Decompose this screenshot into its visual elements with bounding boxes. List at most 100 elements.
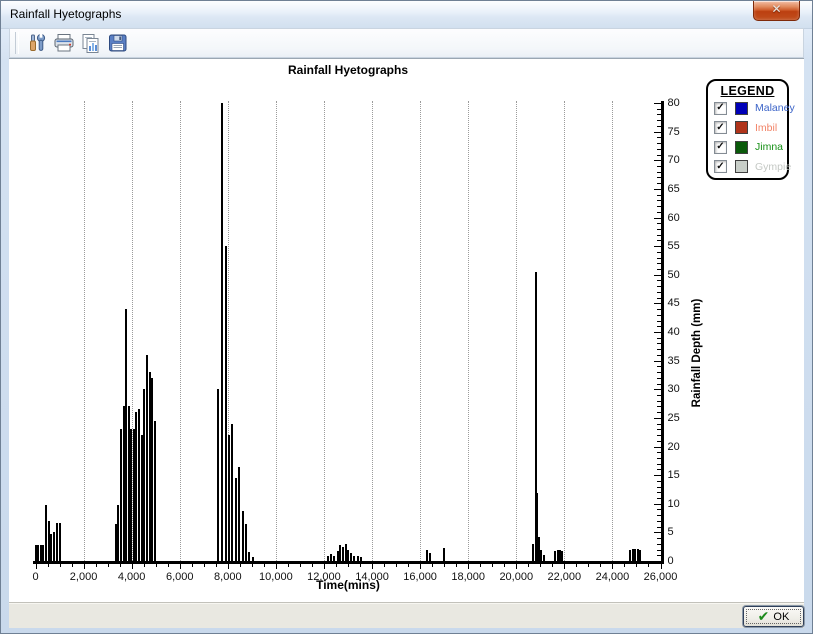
gridline: [180, 101, 181, 561]
x-minor-tick: [168, 564, 169, 567]
rainfall-bar: [154, 421, 156, 561]
y-minor-tick: [657, 114, 661, 115]
close-button[interactable]: ✕: [753, 1, 800, 21]
x-minor-tick: [60, 564, 61, 567]
y-minor-tick: [657, 149, 661, 150]
gridline: [468, 101, 469, 561]
y-minor-tick: [657, 406, 661, 407]
legend-label-gympie: Gympie: [755, 161, 791, 173]
y-minor-tick: [657, 109, 661, 110]
legend-checkbox-jimna[interactable]: ✓: [714, 141, 727, 154]
y-minor-tick: [657, 372, 661, 373]
x-minor-tick: [360, 564, 361, 567]
x-minor-tick: [456, 564, 457, 567]
y-minor-tick: [657, 229, 661, 230]
legend-checkbox-malaney[interactable]: ✓: [714, 102, 727, 115]
y-tick-label: 80: [668, 97, 698, 109]
y-minor-tick: [657, 206, 661, 207]
rainfall-bar: [53, 532, 55, 561]
x-tick: [36, 564, 37, 569]
x-minor-tick: [648, 564, 649, 567]
x-minor-tick: [552, 564, 553, 567]
ok-button[interactable]: ✔ OK: [743, 606, 804, 627]
x-tick: [324, 564, 325, 569]
x-minor-tick: [72, 564, 73, 567]
close-icon: ✕: [754, 1, 799, 18]
x-minor-tick: [384, 564, 385, 567]
legend-label-imbil: Imbil: [755, 122, 777, 134]
legend-swatch-jimna: [735, 141, 748, 154]
x-minor-tick: [240, 564, 241, 567]
y-minor-tick: [657, 269, 661, 270]
rainfall-bar: [443, 548, 445, 561]
x-minor-tick: [636, 564, 637, 567]
y-tick-label: 70: [668, 154, 698, 166]
y-minor-tick: [657, 521, 661, 522]
y-minor-tick: [657, 378, 661, 379]
rainfall-bar: [350, 553, 352, 561]
chart-options-button[interactable]: [23, 30, 50, 56]
rainfall-bar: [141, 435, 143, 561]
gridline: [516, 101, 517, 561]
save-button[interactable]: [104, 30, 131, 56]
y-minor-tick: [657, 177, 661, 178]
y-minor-tick: [657, 258, 661, 259]
y-minor-tick: [657, 527, 661, 528]
y-minor-tick: [657, 355, 661, 356]
x-tick: [468, 564, 469, 569]
y-tick-label: 65: [668, 183, 698, 195]
x-minor-tick: [588, 564, 589, 567]
y-minor-tick: [657, 481, 661, 482]
y-minor-tick: [657, 509, 661, 510]
y-minor-tick: [657, 235, 661, 236]
y-minor-tick: [657, 172, 661, 173]
y-tick-label: 75: [668, 126, 698, 138]
y-tick: [654, 361, 661, 362]
rainfall-bar: [327, 556, 329, 561]
x-tick: [276, 564, 277, 569]
gridline: [84, 101, 85, 561]
y-minor-tick: [657, 424, 661, 425]
y-minor-tick: [657, 458, 661, 459]
y-minor-tick: [657, 515, 661, 516]
y-minor-tick: [657, 492, 661, 493]
y-minor-tick: [657, 292, 661, 293]
legend-swatch-gympie: [735, 160, 748, 173]
x-minor-tick: [504, 564, 505, 567]
y-minor-tick: [657, 498, 661, 499]
x-tick: [612, 564, 613, 569]
y-minor-tick: [657, 183, 661, 184]
x-minor-tick: [192, 564, 193, 567]
ok-button-label: OK: [773, 611, 789, 623]
y-tick: [654, 246, 661, 247]
x-minor-tick: [156, 564, 157, 567]
x-minor-tick: [480, 564, 481, 567]
y-minor-tick: [657, 550, 661, 551]
y-axis-line: [661, 101, 664, 564]
y-minor-tick: [657, 338, 661, 339]
x-minor-tick: [528, 564, 529, 567]
y-minor-tick: [657, 195, 661, 196]
copy-chart-button[interactable]: [77, 30, 104, 56]
rainfall-bar: [217, 389, 219, 561]
y-tick: [654, 389, 661, 390]
rainfall-bar: [225, 246, 227, 561]
legend-checkbox-gympie[interactable]: ✓: [714, 160, 727, 173]
gridline: [276, 101, 277, 561]
y-minor-tick: [657, 240, 661, 241]
rainfall-bar: [248, 552, 250, 561]
x-tick: [180, 564, 181, 569]
legend-checkbox-imbil[interactable]: ✓: [714, 121, 727, 134]
y-minor-tick: [657, 120, 661, 121]
y-tick: [654, 189, 661, 190]
gridline: [372, 101, 373, 561]
y-tick: [654, 504, 661, 505]
gridline: [324, 101, 325, 561]
y-axis-title: Rainfall Depth (mm): [691, 273, 703, 433]
y-tick: [654, 475, 661, 476]
print-button[interactable]: [50, 30, 77, 56]
y-minor-tick: [657, 252, 661, 253]
rainfall-bar: [235, 478, 237, 561]
x-minor-tick: [600, 564, 601, 567]
x-minor-tick: [396, 564, 397, 567]
